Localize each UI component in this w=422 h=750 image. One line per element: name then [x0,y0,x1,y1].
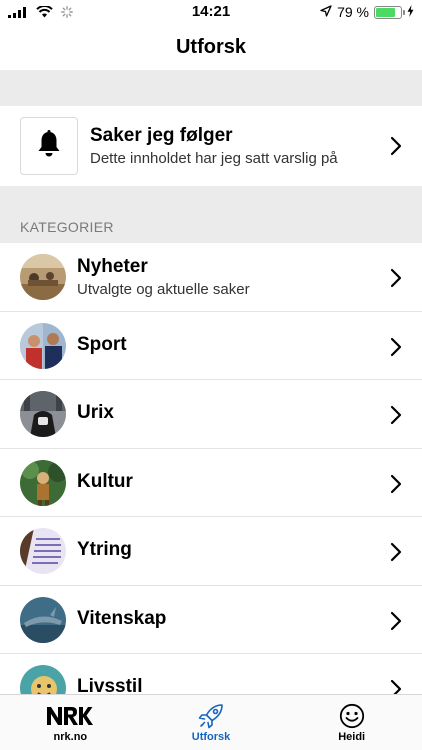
tab-label: Heidi [338,731,366,743]
followed-items-title: Saker jeg følger [90,125,233,146]
category-title: Ytring [77,539,132,560]
smiley-icon [339,703,365,729]
bell-icon-box [20,117,78,175]
kultur-thumbnail [20,459,66,506]
chevron-right-icon [390,136,402,156]
page-title: Utforsk [175,36,246,58]
categories-section-header: KATEGORIER [0,186,422,243]
status-right: 79 % [320,4,414,20]
tab-heidi[interactable]: Heidi [281,695,422,750]
section-spacer [0,70,422,106]
category-title: Kultur [77,470,133,492]
category-title: Vitenskap [77,607,167,629]
tab-utforsk[interactable]: Utforsk [141,695,282,750]
charging-bolt-icon [407,4,414,20]
followed-items-subtitle: Dette innholdet har jeg satt varslig på [90,150,338,167]
bell-icon [37,129,61,163]
chevron-right-icon [390,542,402,562]
category-title: Urix [77,402,114,423]
category-item-ytring[interactable]: Ytring [0,517,422,586]
followed-items-row[interactable]: Saker jeg følger Dette innholdet har jeg… [0,106,422,186]
categories-heading: KATEGORIER [20,219,114,235]
location-arrow-icon [320,4,332,20]
chevron-right-icon [390,611,402,631]
nav-header: Utforsk [0,24,422,70]
category-title: Nyheter [77,256,148,277]
rocket-icon [198,703,224,729]
category-subtitle: Utvalgte og aktuelle saker [77,281,250,298]
tab-nrk-no[interactable]: nrk.no [0,695,141,750]
battery-percent: 79 % [337,4,369,20]
status-bar: 14:21 79 % [0,0,422,24]
tab-bar: nrk.no Utforsk Heidi [0,694,422,750]
category-list: Nyheter Utvalgte og aktuelle saker Sport [0,243,422,723]
chevron-right-icon [390,268,402,288]
category-item-kultur[interactable]: Kultur [0,448,422,517]
ytring-thumbnail [20,528,66,574]
category-item-vitenskap[interactable]: Vitenskap [0,585,422,654]
tab-label: nrk.no [53,731,88,743]
battery-level [376,7,395,17]
category-title: Sport [77,333,127,355]
urix-thumbnail [20,391,66,437]
sport-thumbnail [20,322,66,369]
category-item-sport[interactable]: Sport [0,311,422,380]
battery-icon [374,5,405,19]
category-item-urix[interactable]: Urix [0,380,422,449]
nrk-logo-icon [47,703,94,729]
vitenskap-thumbnail [20,596,66,643]
category-item-nyheter[interactable]: Nyheter Utvalgte og aktuelle saker [0,243,422,312]
chevron-right-icon [390,405,402,425]
chevron-right-icon [390,337,402,357]
tab-label: Utforsk [191,731,231,743]
nyheter-thumbnail [20,254,66,300]
chevron-right-icon [390,474,402,494]
